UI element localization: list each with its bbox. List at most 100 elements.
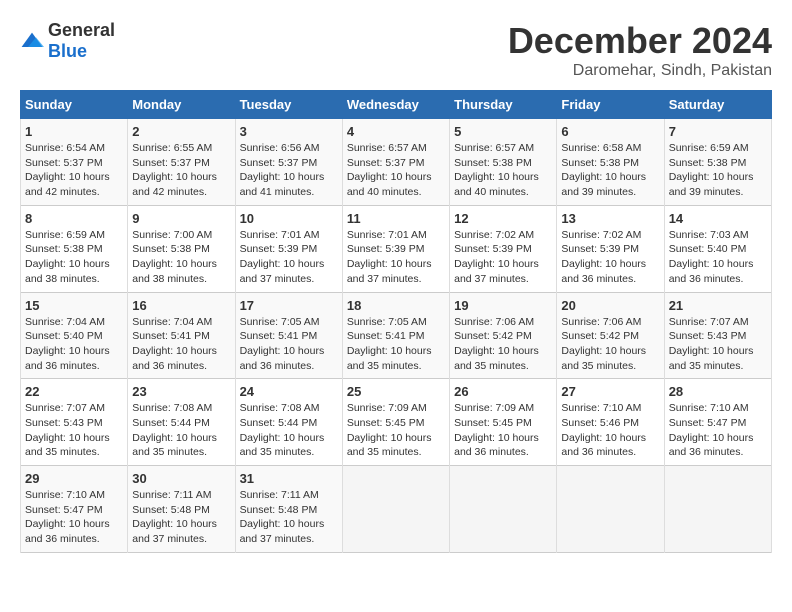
day-info: Sunrise: 7:10 AM Sunset: 5:47 PM Dayligh… [25, 488, 123, 547]
day-number: 17 [240, 298, 338, 313]
day-cell: 13 Sunrise: 7:02 AM Sunset: 5:39 PM Dayl… [557, 205, 664, 292]
day-info: Sunrise: 7:00 AM Sunset: 5:38 PM Dayligh… [132, 228, 230, 287]
calendar-body: 1 Sunrise: 6:54 AM Sunset: 5:37 PM Dayli… [21, 119, 772, 553]
day-info: Sunrise: 7:05 AM Sunset: 5:41 PM Dayligh… [240, 315, 338, 374]
location-subtitle: Daromehar, Sindh, Pakistan [508, 62, 772, 80]
empty-day-cell [557, 466, 664, 553]
day-info: Sunrise: 7:10 AM Sunset: 5:46 PM Dayligh… [561, 401, 659, 460]
weekday-header: Friday [557, 91, 664, 119]
day-info: Sunrise: 7:08 AM Sunset: 5:44 PM Dayligh… [240, 401, 338, 460]
day-info: Sunrise: 7:02 AM Sunset: 5:39 PM Dayligh… [454, 228, 552, 287]
day-number: 19 [454, 298, 552, 313]
day-number: 30 [132, 471, 230, 486]
day-number: 3 [240, 124, 338, 139]
day-info: Sunrise: 6:57 AM Sunset: 5:38 PM Dayligh… [454, 141, 552, 200]
day-cell: 22 Sunrise: 7:07 AM Sunset: 5:43 PM Dayl… [21, 379, 128, 466]
day-cell: 23 Sunrise: 7:08 AM Sunset: 5:44 PM Dayl… [128, 379, 235, 466]
day-cell: 17 Sunrise: 7:05 AM Sunset: 5:41 PM Dayl… [235, 292, 342, 379]
day-cell: 18 Sunrise: 7:05 AM Sunset: 5:41 PM Dayl… [342, 292, 449, 379]
day-info: Sunrise: 7:07 AM Sunset: 5:43 PM Dayligh… [669, 315, 767, 374]
day-info: Sunrise: 7:08 AM Sunset: 5:44 PM Dayligh… [132, 401, 230, 460]
empty-day-cell [664, 466, 771, 553]
day-number: 21 [669, 298, 767, 313]
day-cell: 25 Sunrise: 7:09 AM Sunset: 5:45 PM Dayl… [342, 379, 449, 466]
day-cell: 4 Sunrise: 6:57 AM Sunset: 5:37 PM Dayli… [342, 119, 449, 206]
month-title: December 2024 [508, 20, 772, 62]
day-info: Sunrise: 7:07 AM Sunset: 5:43 PM Dayligh… [25, 401, 123, 460]
page-header: General Blue December 2024 Daromehar, Si… [20, 20, 772, 80]
day-number: 8 [25, 211, 123, 226]
day-cell: 5 Sunrise: 6:57 AM Sunset: 5:38 PM Dayli… [450, 119, 557, 206]
day-number: 5 [454, 124, 552, 139]
day-cell: 21 Sunrise: 7:07 AM Sunset: 5:43 PM Dayl… [664, 292, 771, 379]
day-info: Sunrise: 7:06 AM Sunset: 5:42 PM Dayligh… [454, 315, 552, 374]
day-cell: 6 Sunrise: 6:58 AM Sunset: 5:38 PM Dayli… [557, 119, 664, 206]
day-info: Sunrise: 7:11 AM Sunset: 5:48 PM Dayligh… [132, 488, 230, 547]
day-number: 26 [454, 384, 552, 399]
day-number: 9 [132, 211, 230, 226]
day-number: 13 [561, 211, 659, 226]
day-number: 23 [132, 384, 230, 399]
day-number: 6 [561, 124, 659, 139]
title-area: December 2024 Daromehar, Sindh, Pakistan [508, 20, 772, 80]
weekday-header: Wednesday [342, 91, 449, 119]
day-number: 11 [347, 211, 445, 226]
day-cell: 30 Sunrise: 7:11 AM Sunset: 5:48 PM Dayl… [128, 466, 235, 553]
day-number: 2 [132, 124, 230, 139]
day-number: 10 [240, 211, 338, 226]
weekday-header: Saturday [664, 91, 771, 119]
day-info: Sunrise: 7:04 AM Sunset: 5:41 PM Dayligh… [132, 315, 230, 374]
day-info: Sunrise: 7:10 AM Sunset: 5:47 PM Dayligh… [669, 401, 767, 460]
day-cell: 1 Sunrise: 6:54 AM Sunset: 5:37 PM Dayli… [21, 119, 128, 206]
day-info: Sunrise: 7:01 AM Sunset: 5:39 PM Dayligh… [347, 228, 445, 287]
day-info: Sunrise: 7:05 AM Sunset: 5:41 PM Dayligh… [347, 315, 445, 374]
day-info: Sunrise: 7:04 AM Sunset: 5:40 PM Dayligh… [25, 315, 123, 374]
calendar-week-row: 15 Sunrise: 7:04 AM Sunset: 5:40 PM Dayl… [21, 292, 772, 379]
day-info: Sunrise: 6:58 AM Sunset: 5:38 PM Dayligh… [561, 141, 659, 200]
day-number: 29 [25, 471, 123, 486]
day-cell: 14 Sunrise: 7:03 AM Sunset: 5:40 PM Dayl… [664, 205, 771, 292]
day-info: Sunrise: 7:11 AM Sunset: 5:48 PM Dayligh… [240, 488, 338, 547]
day-info: Sunrise: 6:59 AM Sunset: 5:38 PM Dayligh… [25, 228, 123, 287]
day-number: 15 [25, 298, 123, 313]
day-info: Sunrise: 7:03 AM Sunset: 5:40 PM Dayligh… [669, 228, 767, 287]
day-info: Sunrise: 6:56 AM Sunset: 5:37 PM Dayligh… [240, 141, 338, 200]
day-info: Sunrise: 7:09 AM Sunset: 5:45 PM Dayligh… [347, 401, 445, 460]
day-cell: 12 Sunrise: 7:02 AM Sunset: 5:39 PM Dayl… [450, 205, 557, 292]
day-cell: 11 Sunrise: 7:01 AM Sunset: 5:39 PM Dayl… [342, 205, 449, 292]
day-cell: 24 Sunrise: 7:08 AM Sunset: 5:44 PM Dayl… [235, 379, 342, 466]
day-info: Sunrise: 7:06 AM Sunset: 5:42 PM Dayligh… [561, 315, 659, 374]
day-info: Sunrise: 6:59 AM Sunset: 5:38 PM Dayligh… [669, 141, 767, 200]
weekday-header: Sunday [21, 91, 128, 119]
calendar-table: SundayMondayTuesdayWednesdayThursdayFrid… [20, 90, 772, 553]
day-cell: 29 Sunrise: 7:10 AM Sunset: 5:47 PM Dayl… [21, 466, 128, 553]
day-cell: 31 Sunrise: 7:11 AM Sunset: 5:48 PM Dayl… [235, 466, 342, 553]
day-cell: 3 Sunrise: 6:56 AM Sunset: 5:37 PM Dayli… [235, 119, 342, 206]
day-number: 24 [240, 384, 338, 399]
day-number: 27 [561, 384, 659, 399]
day-number: 14 [669, 211, 767, 226]
logo-blue: Blue [48, 41, 87, 61]
empty-day-cell [342, 466, 449, 553]
day-cell: 8 Sunrise: 6:59 AM Sunset: 5:38 PM Dayli… [21, 205, 128, 292]
day-info: Sunrise: 7:09 AM Sunset: 5:45 PM Dayligh… [454, 401, 552, 460]
calendar-week-row: 29 Sunrise: 7:10 AM Sunset: 5:47 PM Dayl… [21, 466, 772, 553]
day-number: 1 [25, 124, 123, 139]
day-info: Sunrise: 6:55 AM Sunset: 5:37 PM Dayligh… [132, 141, 230, 200]
calendar-week-row: 22 Sunrise: 7:07 AM Sunset: 5:43 PM Dayl… [21, 379, 772, 466]
logo-icon [20, 31, 44, 51]
day-cell: 16 Sunrise: 7:04 AM Sunset: 5:41 PM Dayl… [128, 292, 235, 379]
day-number: 16 [132, 298, 230, 313]
day-cell: 20 Sunrise: 7:06 AM Sunset: 5:42 PM Dayl… [557, 292, 664, 379]
day-info: Sunrise: 6:57 AM Sunset: 5:37 PM Dayligh… [347, 141, 445, 200]
calendar-header-row: SundayMondayTuesdayWednesdayThursdayFrid… [21, 91, 772, 119]
day-cell: 9 Sunrise: 7:00 AM Sunset: 5:38 PM Dayli… [128, 205, 235, 292]
day-cell: 26 Sunrise: 7:09 AM Sunset: 5:45 PM Dayl… [450, 379, 557, 466]
day-cell: 27 Sunrise: 7:10 AM Sunset: 5:46 PM Dayl… [557, 379, 664, 466]
day-cell: 28 Sunrise: 7:10 AM Sunset: 5:47 PM Dayl… [664, 379, 771, 466]
logo: General Blue [20, 20, 115, 62]
day-cell: 2 Sunrise: 6:55 AM Sunset: 5:37 PM Dayli… [128, 119, 235, 206]
day-cell: 7 Sunrise: 6:59 AM Sunset: 5:38 PM Dayli… [664, 119, 771, 206]
calendar-week-row: 1 Sunrise: 6:54 AM Sunset: 5:37 PM Dayli… [21, 119, 772, 206]
day-number: 20 [561, 298, 659, 313]
